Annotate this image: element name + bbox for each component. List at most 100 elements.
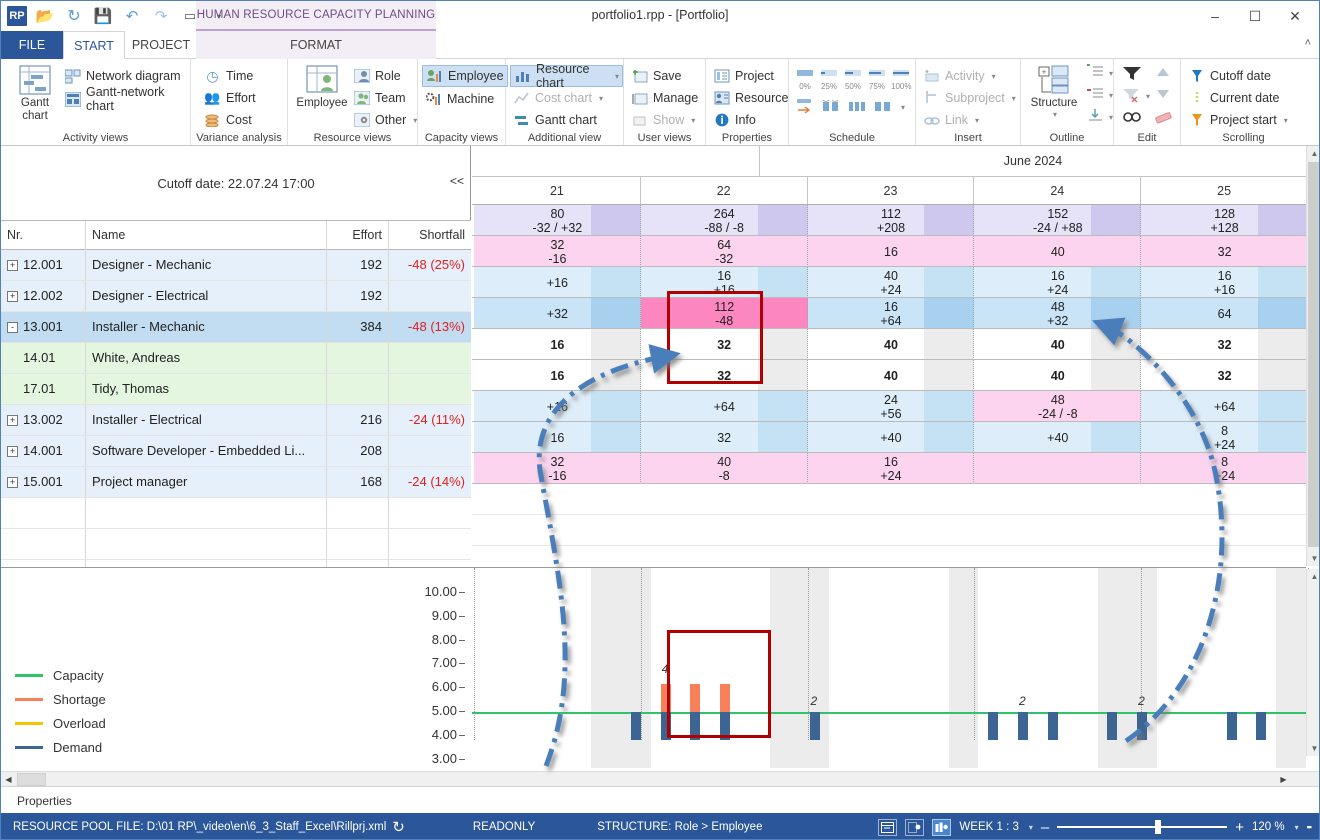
timeline-cell[interactable]: 112 -48: [640, 298, 808, 329]
chart-scroll-up-arrow-icon[interactable]: ▲: [1307, 569, 1319, 584]
schedule-100-button[interactable]: 100%: [891, 67, 911, 91]
view-grid-icon[interactable]: [905, 818, 925, 836]
week-scale-chevron-down-icon[interactable]: ▾: [1029, 823, 1033, 832]
zoom-out-button[interactable]: –: [1041, 819, 1049, 836]
horizontal-scroll-thumb[interactable]: [17, 773, 46, 786]
timeline-cell[interactable]: 40: [807, 360, 975, 391]
gantt-chart-button[interactable]: Gantt chart: [7, 63, 63, 123]
gantt-network-chart-item[interactable]: Gantt-network chart: [61, 85, 190, 113]
timeline-cell[interactable]: 80 -32 / +32: [474, 205, 641, 236]
timeline-cell[interactable]: 40 -8: [640, 453, 808, 484]
timeline-row[interactable]: 32 -16 64 -32 16 40 32: [472, 236, 1306, 267]
close-button[interactable]: ✕: [1275, 3, 1315, 29]
clear-filter-button[interactable]: [1122, 87, 1142, 107]
status-week-scale[interactable]: WEEK 1 : 3: [959, 821, 1018, 833]
timeline-cell[interactable]: 32: [1141, 360, 1306, 391]
tab-properties[interactable]: Properties: [9, 791, 80, 811]
timeline-cell[interactable]: 16 +64: [807, 298, 975, 329]
user-view-save-item[interactable]: Save: [628, 65, 685, 87]
timeline-row[interactable]: +16 16 +16 40 +24 16 +24 16 +16: [472, 267, 1306, 298]
schedule-group-2-icon[interactable]: [847, 97, 867, 117]
resize-grip-icon[interactable]: ▪▪: [1307, 822, 1312, 832]
schedule-75-button[interactable]: 75%: [867, 67, 887, 91]
collapse-columns-button[interactable]: <<: [450, 174, 464, 188]
clear-filter-chevron-down-icon[interactable]: ▾: [1146, 92, 1150, 101]
variance-effort-item[interactable]: 👥 Effort: [201, 87, 259, 109]
project-start-chevron-down-icon[interactable]: ▾: [1284, 116, 1288, 125]
table-row[interactable]: +12.001 Designer - Mechanic 192 -48 (25%): [1, 250, 471, 281]
view-chart-icon[interactable]: [932, 818, 952, 836]
outline-indent-increase-icon[interactable]: [1087, 64, 1104, 82]
status-refresh-icon[interactable]: ↻: [392, 818, 405, 836]
schedule-group-3-icon[interactable]: [873, 97, 893, 117]
network-diagram-item[interactable]: Network diagram: [61, 65, 183, 87]
structure-button[interactable]: + Structure ▾: [1023, 63, 1085, 119]
timeline-cell[interactable]: 48 -24 / -8: [974, 391, 1142, 422]
week-column-header[interactable]: 25: [1141, 177, 1306, 204]
other-resource-chevron-down-icon[interactable]: ▾: [413, 116, 417, 125]
week-column-header[interactable]: 22: [641, 177, 808, 204]
timeline-cell[interactable]: 16 +16: [640, 267, 808, 298]
user-view-manage-item[interactable]: Manage: [628, 87, 701, 109]
timeline-cell[interactable]: +64: [640, 391, 808, 422]
timeline-cell[interactable]: 16 +24: [807, 453, 975, 484]
timeline-cell[interactable]: 32: [1141, 236, 1306, 267]
view-normal-icon[interactable]: [878, 818, 898, 836]
row-expander-icon[interactable]: +: [7, 446, 18, 458]
timeline-cell[interactable]: 16 +24: [974, 267, 1142, 298]
cost-chart-item[interactable]: Cost chart ▾: [510, 87, 606, 109]
properties-resource-item[interactable]: Resource: [710, 87, 792, 109]
timeline-cell[interactable]: 264 -88 / -8: [640, 205, 808, 236]
row-expander-icon[interactable]: +: [7, 477, 18, 489]
timeline-cell[interactable]: 16: [474, 360, 641, 391]
schedule-chevron-down-icon[interactable]: ▾: [901, 103, 905, 112]
table-row[interactable]: 14.01 White, Andreas: [1, 343, 471, 374]
other-resource-item[interactable]: Other ▾: [350, 109, 420, 131]
outline-collapse-icon[interactable]: [1087, 108, 1104, 126]
cost-chart-chevron-down-icon[interactable]: ▾: [599, 94, 603, 103]
chart-vertical-scrollbar[interactable]: ▲ ▼: [1306, 569, 1319, 756]
week-column-header[interactable]: 24: [974, 177, 1142, 204]
timeline-cell[interactable]: 16: [807, 236, 975, 267]
timeline-row[interactable]: 80 -32 / +32 264 -88 / -8 112 +208 152 -24 / +8…: [472, 205, 1306, 236]
structure-chevron-down-icon[interactable]: ▾: [1025, 110, 1085, 119]
timeline-cell[interactable]: 32: [1141, 329, 1306, 360]
outline-decrease-chevron-down-icon[interactable]: ▾: [1109, 91, 1113, 100]
timeline-cell[interactable]: [974, 453, 1142, 484]
properties-project-item[interactable]: Project: [710, 65, 777, 87]
timeline-cell[interactable]: 64: [1141, 298, 1306, 329]
timeline-cell[interactable]: 48 +32: [974, 298, 1142, 329]
scroll-up-button[interactable]: [1154, 65, 1172, 82]
grid-vertical-scrollbar[interactable]: ▲ ▼: [1306, 146, 1319, 566]
timeline-row[interactable]: +32 112 -48 16 +64 48 +32 64: [472, 298, 1306, 329]
zoom-slider-knob[interactable]: [1155, 820, 1162, 834]
table-row[interactable]: -13.001 Installer - Mechanic 384 -48 (13%): [1, 312, 471, 343]
grid-scroll-thumb[interactable]: [1308, 162, 1319, 547]
timeline-cell[interactable]: +40: [807, 422, 975, 453]
scroll-up-arrow-icon[interactable]: ▲: [1307, 146, 1319, 161]
insert-activity-chevron-down-icon[interactable]: ▾: [992, 72, 996, 81]
zoom-slider[interactable]: [1057, 820, 1228, 834]
tab-format[interactable]: FORMAT: [196, 31, 436, 59]
timeline-cell[interactable]: 40: [974, 360, 1142, 391]
timeline-cell[interactable]: +16: [474, 391, 641, 422]
timeline-row[interactable]: 16 32 40 40 32: [472, 329, 1306, 360]
timeline-cell[interactable]: 16: [474, 422, 641, 453]
timeline-cell[interactable]: 16 +16: [1141, 267, 1306, 298]
variance-time-item[interactable]: ◷ Time: [201, 65, 256, 87]
schedule-0-button[interactable]: 0%: [795, 67, 815, 91]
scroll-left-arrow-icon[interactable]: ◀: [1, 772, 16, 787]
horizontal-scrollbar[interactable]: ◀ ▶: [1, 771, 1319, 787]
table-row[interactable]: +14.001 Software Developer - Embedded Li.…: [1, 436, 471, 467]
scrolling-project-start-item[interactable]: Project start ▾: [1185, 109, 1291, 131]
timeline-cell[interactable]: +16: [474, 267, 641, 298]
capacity-employee-item[interactable]: Employee: [422, 65, 508, 87]
table-row[interactable]: +13.002 Installer - Electrical 216 -24 (11%…: [1, 405, 471, 436]
schedule-25-button[interactable]: 25%: [819, 67, 839, 91]
timeline-cell[interactable]: 8 +24: [1141, 422, 1306, 453]
tab-start[interactable]: START: [63, 31, 125, 59]
timeline-cell[interactable]: 24 +56: [807, 391, 975, 422]
tab-file[interactable]: FILE: [1, 31, 63, 59]
table-row[interactable]: 17.01 Tidy, Thomas: [1, 374, 471, 405]
timeline-cell[interactable]: +32: [474, 298, 641, 329]
